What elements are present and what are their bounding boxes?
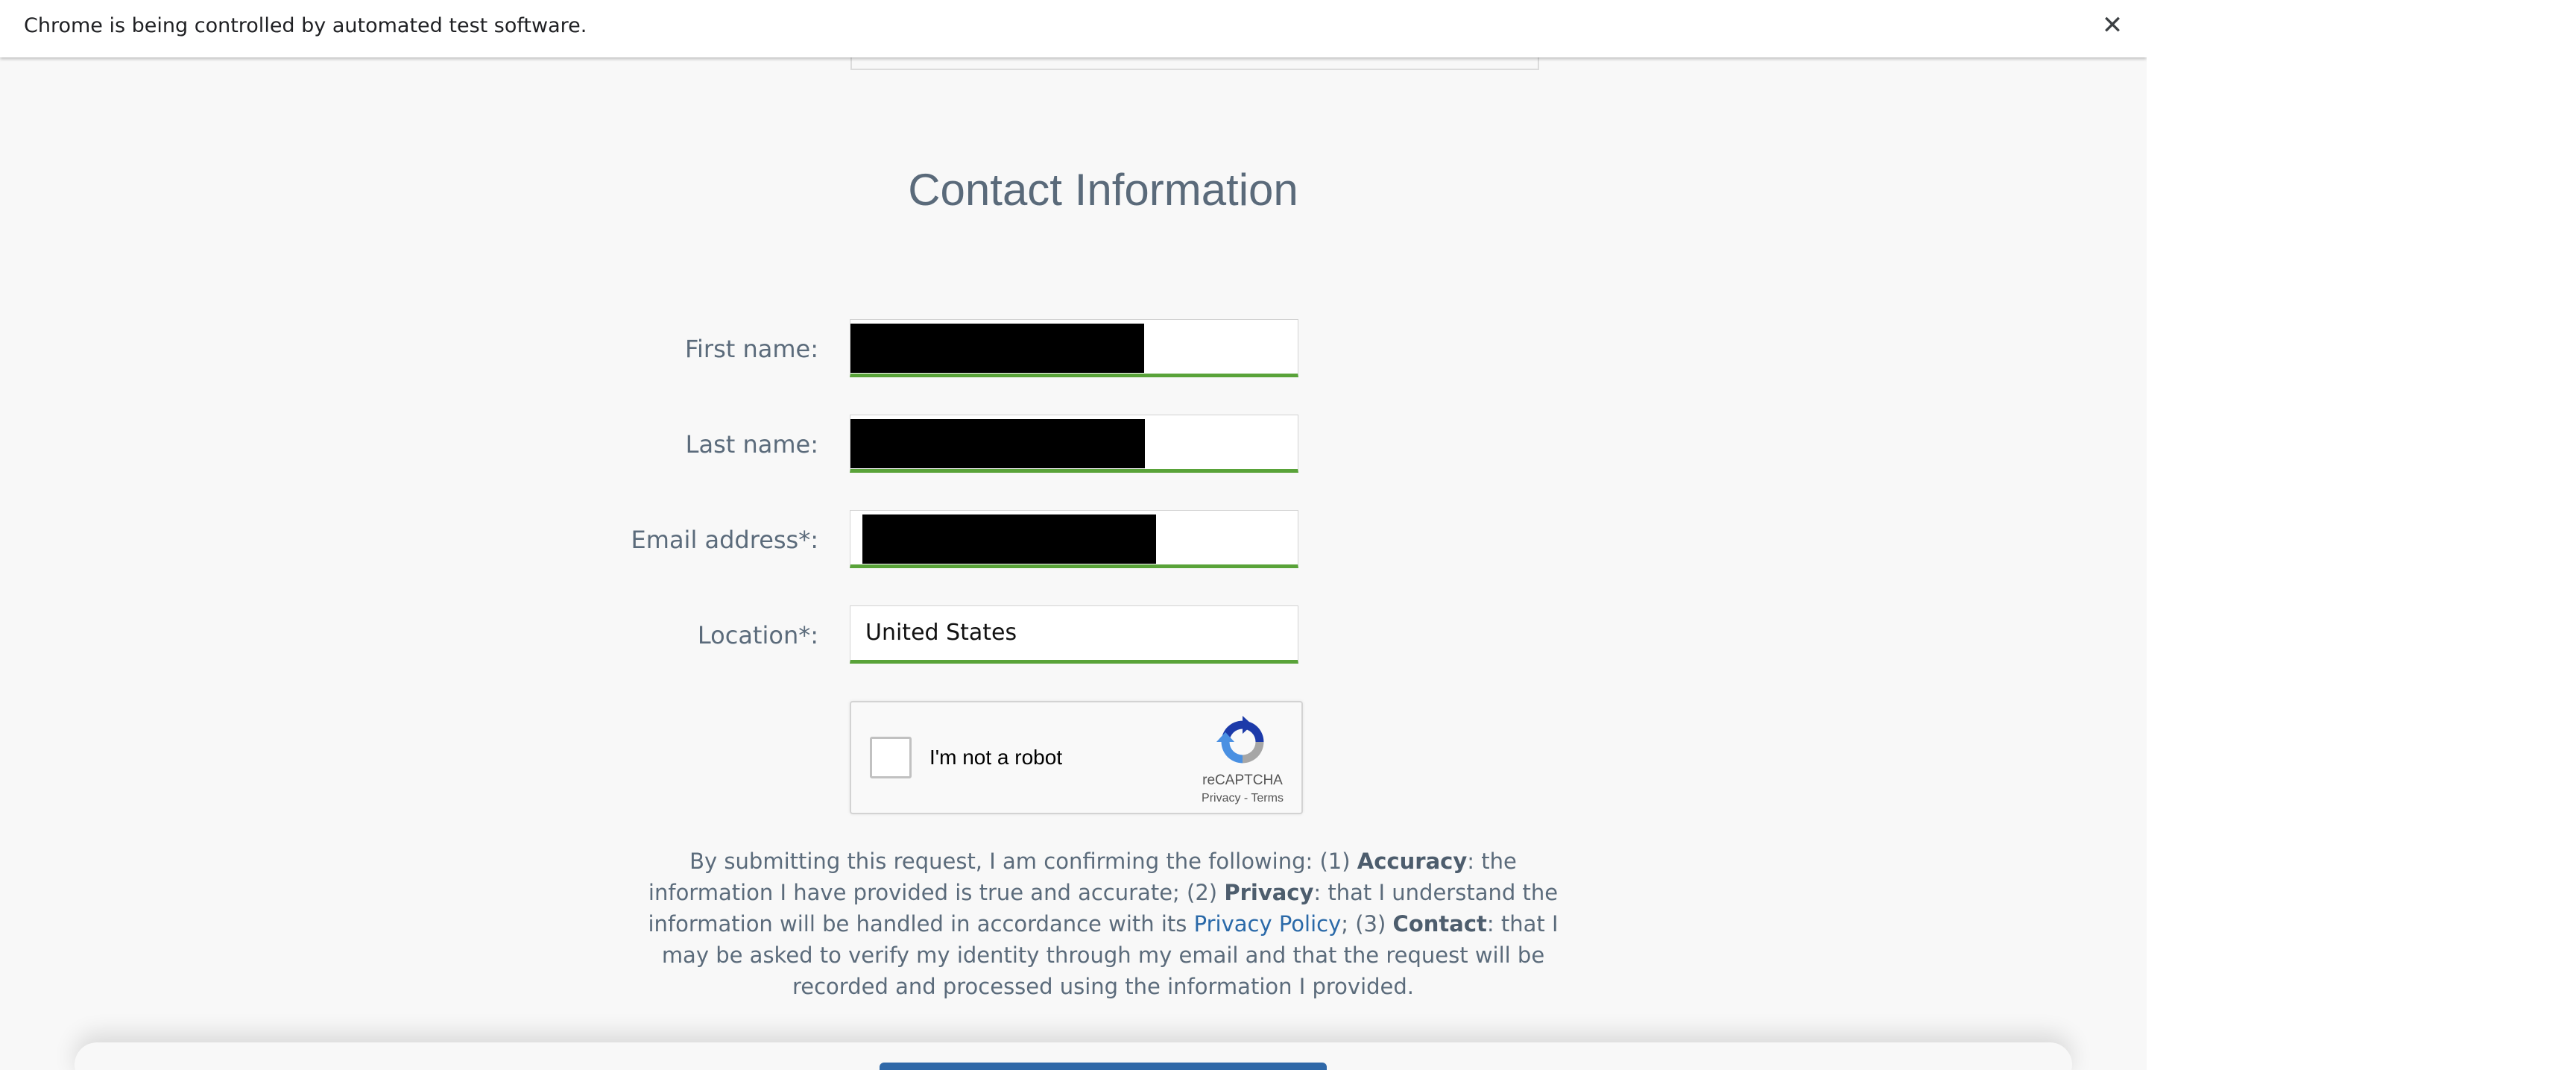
location-input[interactable]: United States [850,605,1298,664]
recaptcha-brand: reCAPTCHA [1202,772,1283,788]
redacted-value [862,514,1156,564]
close-icon[interactable]: ✕ [2096,9,2129,42]
email-label: Email address*: [631,526,818,554]
recaptcha-links: Privacy - Terms [1179,792,1306,805]
last-name-input[interactable] [850,415,1298,473]
infobar-message: Chrome is being controlled by automated … [24,14,587,37]
recaptcha-checkbox[interactable] [870,737,912,778]
recaptcha-logo-icon [1216,716,1264,764]
automation-infobar: Chrome is being controlled by automated … [0,0,2147,57]
location-row: Location*: United States [0,605,2147,665]
section-title: Contact Information [908,165,1298,215]
redacted-value [850,419,1145,468]
recaptcha-label: I'm not a robot [929,746,1063,769]
accuracy-term: Accuracy [1357,849,1468,874]
recaptcha-terms-link[interactable]: Terms [1251,792,1284,805]
email-input[interactable] [850,510,1298,568]
recaptcha-privacy-link[interactable]: Privacy [1202,792,1240,805]
first-name-input[interactable] [850,319,1298,377]
contact-term: Contact [1392,911,1487,937]
first-name-label: First name: [684,335,818,363]
disclaimer-part: By submitting this request, I am confirm… [689,849,1357,874]
last-name-row: Last name: [0,415,2147,474]
redacted-value [850,324,1144,373]
submit-button[interactable] [880,1063,1327,1070]
email-row: Email address*: [0,510,2147,570]
browser-viewport: Chrome is being controlled by automated … [0,0,2147,1070]
last-name-label: Last name: [685,430,818,459]
disclaimer-text: By submitting this request, I am confirm… [626,846,1580,1002]
location-label: Location*: [697,621,818,649]
privacy-term: Privacy [1224,880,1314,905]
privacy-policy-link[interactable]: Privacy Policy [1194,911,1342,937]
first-name-row: First name: [0,319,2147,379]
disclaimer-part: ; (3) [1341,911,1393,937]
location-value: United States [865,620,1017,646]
recaptcha-link-separator: - [1240,792,1251,805]
recaptcha-widget: I'm not a robot reCAPTCHA Privacy - Term… [850,701,1303,814]
